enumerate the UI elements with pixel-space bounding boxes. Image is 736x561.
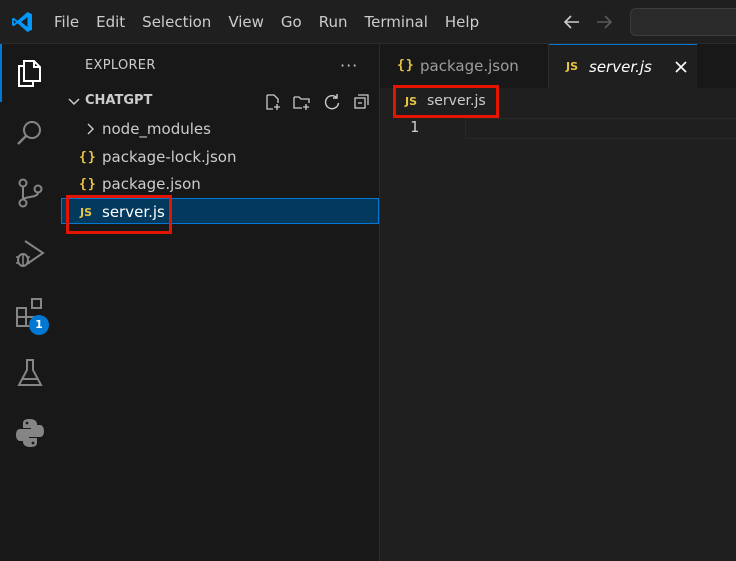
folder-header[interactable]: CHATGPT [61,90,379,112]
chevron-down-icon [68,98,80,106]
source-control-icon[interactable] [13,176,47,210]
more-actions-button[interactable]: ··· [340,56,358,75]
activity-bar: 1 [0,44,61,561]
vscode-logo-icon[interactable] [10,10,34,34]
tab-label: server.js [589,58,652,76]
explorer-panel: EXPLORER ··· CHATGPT node_modules {} pac… [61,44,380,561]
json-file-icon: {} [79,150,97,165]
explorer-icon[interactable] [13,56,47,90]
json-file-icon: {} [79,177,97,192]
folder-name: CHATGPT [85,93,153,108]
python-icon[interactable] [13,416,47,450]
arrow-right-icon[interactable] [592,10,616,34]
active-indicator [0,44,2,102]
collapse-all-icon[interactable] [353,93,371,111]
highlight-box-breadcrumb [393,85,499,118]
chevron-right-icon [87,123,94,135]
search-icon[interactable] [13,116,47,150]
new-folder-icon[interactable] [293,93,311,111]
tree-item-node-modules[interactable]: node_modules [61,116,379,142]
refresh-icon[interactable] [323,93,341,111]
tab-package-json[interactable]: {} package.json [380,44,549,88]
menu-file[interactable]: File [46,0,88,44]
tree-item-label: node_modules [102,120,211,138]
tab-server-js[interactable]: JS server.js [549,44,697,88]
extensions-badge: 1 [29,315,49,335]
tab-label: package.json [420,57,519,75]
menu-bar: File Edit Selection View Go Run Terminal… [46,0,488,44]
new-file-icon[interactable] [264,93,282,111]
close-icon[interactable] [673,59,689,75]
highlight-box-explorer-file [66,195,172,234]
tree-item-label: package.json [102,175,201,193]
testing-icon[interactable] [13,356,47,390]
tree-item-package-json[interactable]: {} package.json [61,171,379,197]
current-line-highlight [465,118,736,139]
menu-selection[interactable]: Selection [134,0,220,44]
title-bar: File Edit Selection View Go Run Terminal… [0,0,736,44]
editor-tab-bar: {} package.json JS server.js [380,44,736,88]
run-debug-icon[interactable] [13,236,47,270]
json-file-icon: {} [397,58,415,73]
command-center-search[interactable] [630,8,736,36]
line-number: 1 [410,118,420,136]
tree-item-label: package-lock.json [102,148,237,166]
explorer-title: EXPLORER [85,58,156,73]
menu-edit[interactable]: Edit [88,0,134,44]
menu-terminal[interactable]: Terminal [357,0,437,44]
tree-item-package-lock-json[interactable]: {} package-lock.json [61,144,379,170]
menu-view[interactable]: View [220,0,273,44]
menu-help[interactable]: Help [437,0,488,44]
menu-go[interactable]: Go [273,0,311,44]
arrow-left-icon[interactable] [560,10,584,34]
menu-run[interactable]: Run [311,0,357,44]
code-editor[interactable]: 1 [380,114,736,561]
js-file-icon: JS [566,60,579,73]
